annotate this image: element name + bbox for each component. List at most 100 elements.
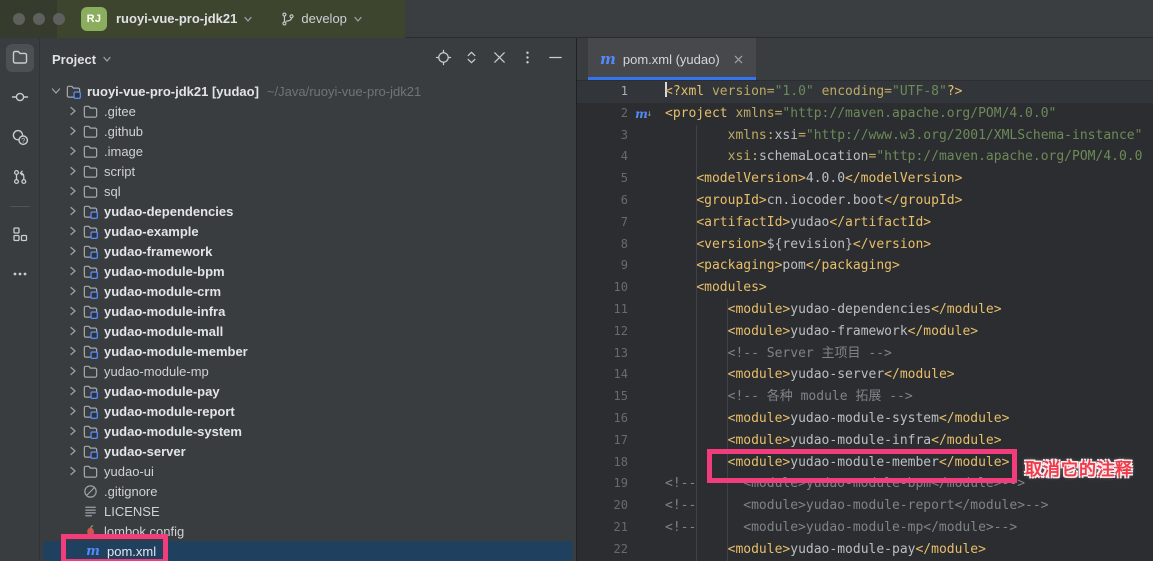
code-line-13[interactable]: 13 <!-- Server 主项目 --> <box>577 343 1153 365</box>
line-number[interactable]: 9 <box>577 255 628 277</box>
line-number[interactable]: 21 <box>577 517 628 539</box>
tree-item-yudao-module-report[interactable]: yudao-module-report <box>40 401 576 421</box>
code-line-15[interactable]: 15 <!-- 各种 module 拓展 --> <box>577 386 1153 408</box>
tree-item-yudao-module-mp[interactable]: yudao-module-mp <box>40 361 576 381</box>
code-line-4[interactable]: 4 xsi:schemaLocation="http://maven.apach… <box>577 146 1153 168</box>
line-number[interactable]: 19 <box>577 473 628 495</box>
maven-gutter-icon[interactable]: m↓ <box>628 108 655 120</box>
code-line-18[interactable]: 18 <module>yudao-module-member</module> <box>577 452 1153 474</box>
tool-stripe-commit-button[interactable] <box>6 84 34 112</box>
tree-item-yudao-module-pay[interactable]: yudao-module-pay <box>40 381 576 401</box>
line-number[interactable]: 10 <box>577 277 628 299</box>
tool-stripe-project-button[interactable] <box>6 44 34 72</box>
window-minimize-button[interactable] <box>33 13 45 25</box>
tab-close-button[interactable] <box>731 52 746 67</box>
line-number[interactable]: 13 <box>577 343 628 365</box>
tree-item-license[interactable]: LICENSE <box>40 501 576 521</box>
editor-tab-pom-xml[interactable]: m pom.xml (yudao) <box>588 38 756 80</box>
code-line-17[interactable]: 17 <module>yudao-module-infra</module> <box>577 430 1153 452</box>
chevron-right-icon[interactable] <box>65 403 81 419</box>
tree-item--image[interactable]: .image <box>40 141 576 161</box>
line-number[interactable]: 20 <box>577 495 628 517</box>
code-line-10[interactable]: 10 <modules> <box>577 277 1153 299</box>
code-line-3[interactable]: 3 xmlns:xsi="http://www.w3.org/2001/XMLS… <box>577 125 1153 147</box>
tool-stripe-pull-requests-button[interactable] <box>6 164 34 192</box>
code-line-9[interactable]: 9 <packaging>pom</packaging> <box>577 255 1153 277</box>
tree-item-yudao-ui[interactable]: yudao-ui <box>40 461 576 481</box>
window-close-button[interactable] <box>13 13 25 25</box>
expand-all-button[interactable] <box>463 49 480 69</box>
chevron-right-icon[interactable] <box>65 343 81 359</box>
line-number[interactable]: 18 <box>577 452 628 474</box>
tree-item-pom-xml[interactable]: mpom.xml <box>43 541 573 561</box>
line-number[interactable]: 15 <box>577 386 628 408</box>
line-number[interactable]: 8 <box>577 234 628 256</box>
chevron-right-icon[interactable] <box>65 103 81 119</box>
line-number[interactable]: 14 <box>577 364 628 386</box>
chevron-right-icon[interactable] <box>65 183 81 199</box>
code-line-19[interactable]: 19<!-- <module>yudao-module-bpm</module>… <box>577 473 1153 495</box>
options-button[interactable] <box>519 49 536 69</box>
line-number[interactable]: 2 <box>577 103 628 125</box>
tree-item-script[interactable]: script <box>40 161 576 181</box>
tree-item-yudao-example[interactable]: yudao-example <box>40 221 576 241</box>
line-number[interactable]: 4 <box>577 146 628 168</box>
line-number[interactable]: 12 <box>577 321 628 343</box>
line-number[interactable]: 16 <box>577 408 628 430</box>
tree-item-yudao-module-bpm[interactable]: yudao-module-bpm <box>40 261 576 281</box>
code-line-16[interactable]: 16 <module>yudao-module-system</module> <box>577 408 1153 430</box>
line-number[interactable]: 6 <box>577 190 628 212</box>
line-number[interactable]: 1 <box>577 81 628 103</box>
line-number[interactable]: 22 <box>577 539 628 561</box>
code-line-6[interactable]: 6 <groupId>cn.iocoder.boot</groupId> <box>577 190 1153 212</box>
code-line-1[interactable]: 1<?xml version="1.0" encoding="UTF-8"?> <box>577 81 1153 103</box>
window-zoom-button[interactable] <box>53 13 65 25</box>
code-line-11[interactable]: 11 <module>yudao-dependencies</module> <box>577 299 1153 321</box>
chevron-right-icon[interactable] <box>65 423 81 439</box>
tool-stripe-structure-button[interactable] <box>6 221 34 249</box>
line-number[interactable]: 5 <box>577 168 628 190</box>
chevron-right-icon[interactable] <box>65 463 81 479</box>
code-line-8[interactable]: 8 <version>${revision}</version> <box>577 234 1153 256</box>
hide-button[interactable] <box>547 49 564 69</box>
branch-switcher[interactable]: develop <box>280 11 364 27</box>
tree-item-yudao-module-system[interactable]: yudao-module-system <box>40 421 576 441</box>
code-line-5[interactable]: 5 <modelVersion>4.0.0</modelVersion> <box>577 168 1153 190</box>
code-line-21[interactable]: 21<!-- <module>yudao-module-mp</module>-… <box>577 517 1153 539</box>
chevron-right-icon[interactable] <box>65 123 81 139</box>
line-number[interactable]: 7 <box>577 212 628 234</box>
tool-stripe-more-tool-windows-button[interactable] <box>6 261 34 289</box>
code-line-7[interactable]: 7 <artifactId>yudao</artifactId> <box>577 212 1153 234</box>
chevron-right-icon[interactable] <box>65 383 81 399</box>
chevron-right-icon[interactable] <box>65 363 81 379</box>
collapse-all-button[interactable] <box>491 49 508 69</box>
tree-item--github[interactable]: .github <box>40 121 576 141</box>
chevron-right-icon[interactable] <box>65 223 81 239</box>
code-line-20[interactable]: 20<!-- <module>yudao-module-report</modu… <box>577 495 1153 517</box>
chevron-down-icon[interactable] <box>48 83 64 99</box>
chevron-right-icon[interactable] <box>65 143 81 159</box>
locate-button[interactable] <box>435 49 452 69</box>
tree-item-lombok-config[interactable]: lombok.config <box>40 521 576 541</box>
tree-item--gitignore[interactable]: .gitignore <box>40 481 576 501</box>
line-number[interactable]: 3 <box>577 125 628 147</box>
chevron-right-icon[interactable] <box>65 443 81 459</box>
tree-item-yudao-module-crm[interactable]: yudao-module-crm <box>40 281 576 301</box>
project-switcher[interactable]: ruoyi-vue-pro-jdk21 <box>116 11 254 26</box>
tool-stripe-collaboration-button[interactable]: ? <box>6 124 34 152</box>
tree-item--gitee[interactable]: .gitee <box>40 101 576 121</box>
tree-item-yudao-module-infra[interactable]: yudao-module-infra <box>40 301 576 321</box>
code-line-14[interactable]: 14 <module>yudao-server</module> <box>577 364 1153 386</box>
tree-item-ruoyi-vue-pro-jdk21-yudao-[interactable]: ruoyi-vue-pro-jdk21 [yudao]~/Java/ruoyi-… <box>40 81 576 101</box>
tree-item-yudao-module-member[interactable]: yudao-module-member <box>40 341 576 361</box>
project-panel-title-dropdown[interactable]: Project <box>52 52 113 67</box>
code-line-12[interactable]: 12 <module>yudao-framework</module> <box>577 321 1153 343</box>
code-line-22[interactable]: 22 <module>yudao-module-pay</module> <box>577 539 1153 561</box>
chevron-right-icon[interactable] <box>65 283 81 299</box>
tree-item-yudao-framework[interactable]: yudao-framework <box>40 241 576 261</box>
tree-item-yudao-server[interactable]: yudao-server <box>40 441 576 461</box>
tree-item-yudao-dependencies[interactable]: yudao-dependencies <box>40 201 576 221</box>
tree-item-yudao-module-mall[interactable]: yudao-module-mall <box>40 321 576 341</box>
chevron-right-icon[interactable] <box>65 263 81 279</box>
line-number[interactable]: 11 <box>577 299 628 321</box>
